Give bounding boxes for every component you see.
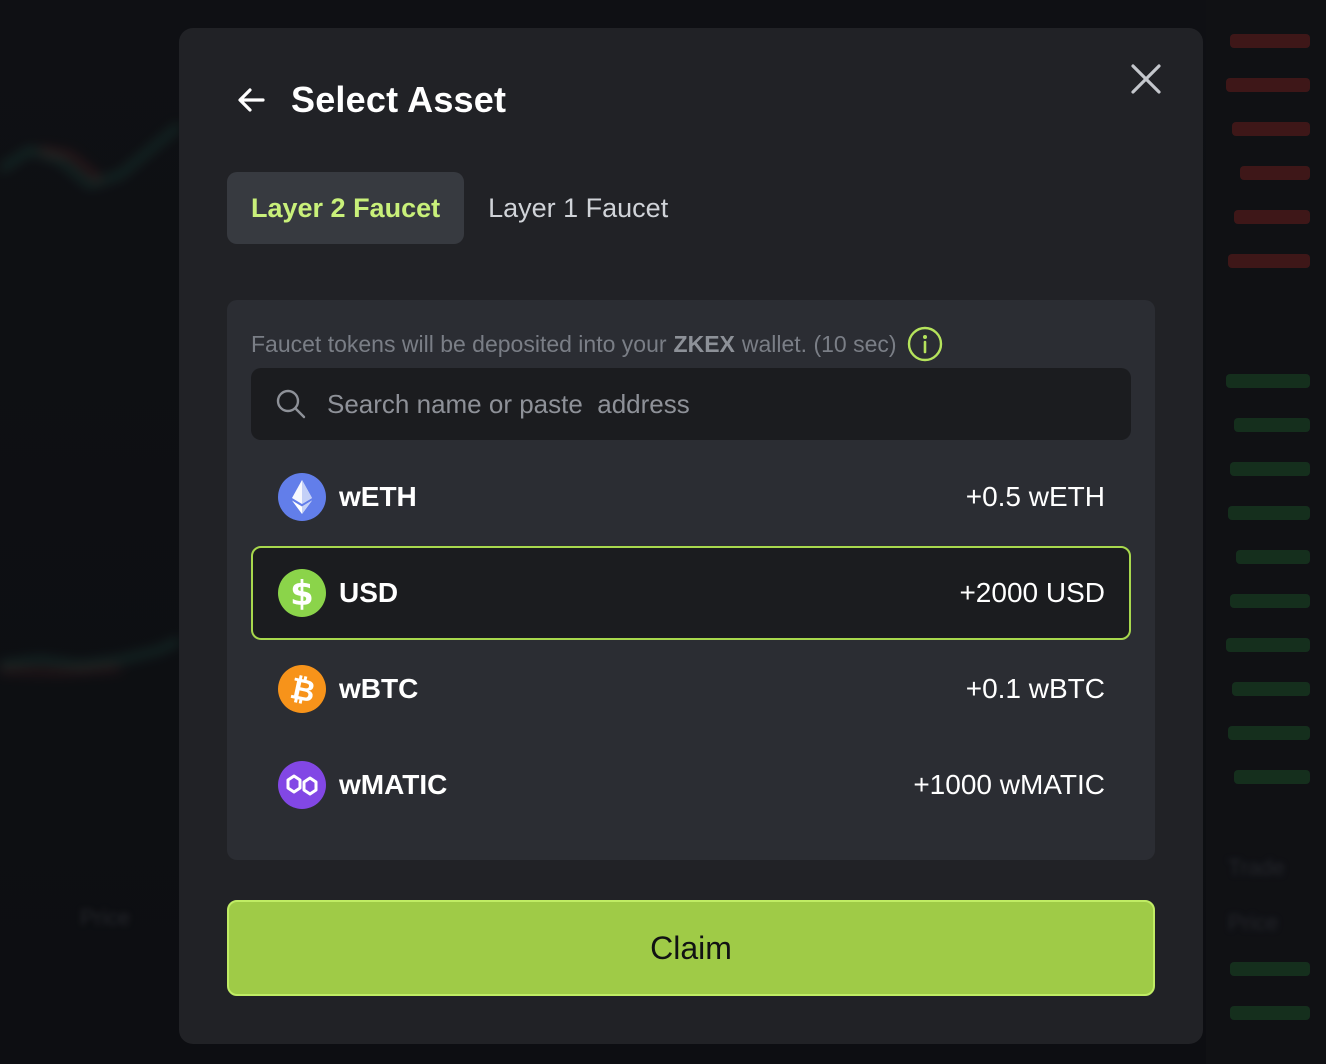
ethereum-icon [278,473,326,521]
bitcoin-icon: ₿ [278,665,326,713]
asset-list: wETH +0.5 wETH $ USD +2000 USD ₿ wBTC +0… [251,450,1131,834]
asset-amount: +0.5 wETH [965,481,1105,512]
notice-suffix: wallet. (10 sec) [741,330,897,357]
tab-layer-2-faucet[interactable]: Layer 2 Faucet [227,172,465,244]
asset-name: wMATIC [339,769,448,800]
close-icon[interactable] [1129,62,1163,96]
back-arrow-icon[interactable] [235,84,267,116]
asset-name: wBTC [339,673,419,704]
claim-button[interactable]: Claim [227,900,1155,996]
search-input[interactable] [327,384,1087,424]
deposit-notice: Faucet tokens will be deposited into you… [251,326,943,362]
modal-title: Select Asset [291,79,507,120]
notice-prefix: Faucet tokens will be deposited into you… [251,330,667,357]
svg-text:$: $ [290,574,314,614]
modal-header: Select Asset [235,79,507,120]
asset-row-weth[interactable]: wETH +0.5 wETH [251,450,1131,544]
asset-row-wbtc[interactable]: ₿ wBTC +0.1 wBTC [251,642,1131,736]
asset-row-wmatic[interactable]: wMATIC +1000 wMATIC [251,738,1131,832]
select-asset-modal: Select Asset Layer 2 Faucet Layer 1 Fauc… [179,28,1203,1044]
tab-layer-1-faucet[interactable]: Layer 1 Faucet [464,172,692,244]
asset-name: USD [339,577,399,608]
search-icon [276,389,306,419]
info-icon[interactable] [907,326,943,362]
asset-amount: +2000 USD [959,577,1105,608]
dollar-icon: $ [278,569,326,617]
notice-brand: ZKEX [673,330,735,357]
asset-row-usd[interactable]: $ USD +2000 USD [251,546,1131,640]
polygon-icon [278,761,326,809]
search-box [251,368,1131,440]
asset-amount: +1000 wMATIC [913,769,1105,800]
faucet-tabs: Layer 2 Faucet Layer 1 Faucet [227,172,692,244]
asset-panel: Faucet tokens will be deposited into you… [227,300,1155,860]
asset-name: wETH [339,481,417,512]
asset-amount: +0.1 wBTC [965,673,1105,704]
